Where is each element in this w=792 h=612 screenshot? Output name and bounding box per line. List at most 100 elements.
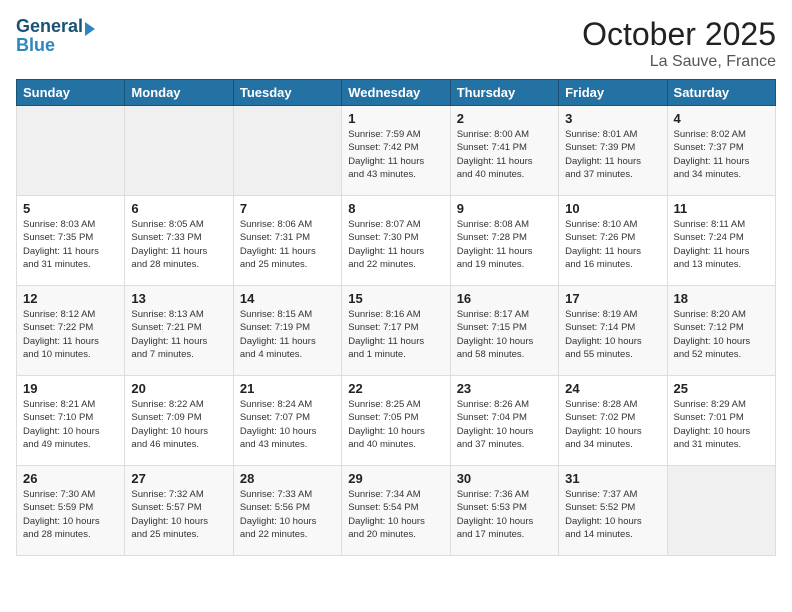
day-number: 22 [348,381,443,396]
day-cell: 6Sunrise: 8:05 AM Sunset: 7:33 PM Daylig… [125,196,233,286]
day-info: Sunrise: 8:12 AM Sunset: 7:22 PM Dayligh… [23,308,118,361]
day-info: Sunrise: 8:22 AM Sunset: 7:09 PM Dayligh… [131,398,226,451]
day-info: Sunrise: 8:24 AM Sunset: 7:07 PM Dayligh… [240,398,335,451]
weekday-header-monday: Monday [125,80,233,106]
day-number: 6 [131,201,226,216]
logo-blue: Blue [16,35,95,56]
weekday-header-wednesday: Wednesday [342,80,450,106]
day-info: Sunrise: 8:11 AM Sunset: 7:24 PM Dayligh… [674,218,769,271]
day-info: Sunrise: 8:26 AM Sunset: 7:04 PM Dayligh… [457,398,552,451]
day-cell: 29Sunrise: 7:34 AM Sunset: 5:54 PM Dayli… [342,466,450,556]
day-info: Sunrise: 8:20 AM Sunset: 7:12 PM Dayligh… [674,308,769,361]
day-cell: 24 Sunrise: 8:28 AM Sunset: 7:02 PM Dayli… [559,376,667,466]
day-cell: 18 Sunrise: 8:20 AM Sunset: 7:12 PM Dayli… [667,286,775,376]
day-cell: 21 Sunrise: 8:24 AM Sunset: 7:07 PM Dayli… [233,376,341,466]
day-number: 17 [565,291,660,306]
day-cell: 22Sunrise: 8:25 AM Sunset: 7:05 PM Dayli… [342,376,450,466]
week-row-4: 19Sunrise: 8:21 AM Sunset: 7:10 PM Dayli… [17,376,776,466]
logo-text: General [16,16,83,37]
weekday-header-saturday: Saturday [667,80,775,106]
day-number: 10 [565,201,660,216]
day-info: Sunrise: 8:19 AM Sunset: 7:14 PM Dayligh… [565,308,660,361]
day-cell: 28 Sunrise: 7:33 AM Sunset: 5:56 PM Dayli… [233,466,341,556]
week-row-3: 12Sunrise: 8:12 AM Sunset: 7:22 PM Dayli… [17,286,776,376]
day-number: 27 [131,471,226,486]
weekday-header-tuesday: Tuesday [233,80,341,106]
day-number: 18 [674,291,769,306]
day-number: 30 [457,471,552,486]
day-number: 24 [565,381,660,396]
day-info: Sunrise: 8:29 AM Sunset: 7:01 PM Dayligh… [674,398,769,451]
day-cell: 25 Sunrise: 8:29 AM Sunset: 7:01 PM Dayli… [667,376,775,466]
day-info: Sunrise: 7:34 AM Sunset: 5:54 PM Dayligh… [348,488,443,541]
day-info: Sunrise: 7:30 AM Sunset: 5:59 PM Dayligh… [23,488,118,541]
day-info: Sunrise: 7:36 AM Sunset: 5:53 PM Dayligh… [457,488,552,541]
day-number: 31 [565,471,660,486]
page-header: General Blue October 2025 La Sauve, Fran… [16,16,776,71]
day-cell: 31 Sunrise: 7:37 AM Sunset: 5:52 PM Dayli… [559,466,667,556]
day-info: Sunrise: 8:06 AM Sunset: 7:31 PM Dayligh… [240,218,335,271]
day-cell: 2 Sunrise: 8:00 AM Sunset: 7:41 PM Daylig… [450,106,558,196]
day-number: 21 [240,381,335,396]
day-number: 9 [457,201,552,216]
day-cell: 3 Sunrise: 8:01 AM Sunset: 7:39 PM Daylig… [559,106,667,196]
day-cell: 15 Sunrise: 8:16 AM Sunset: 7:17 PM Dayli… [342,286,450,376]
day-number: 23 [457,381,552,396]
day-cell: 4 Sunrise: 8:02 AM Sunset: 7:37 PM Daylig… [667,106,775,196]
day-number: 3 [565,111,660,126]
day-cell: 12Sunrise: 8:12 AM Sunset: 7:22 PM Dayli… [17,286,125,376]
day-number: 8 [348,201,443,216]
day-cell [667,466,775,556]
day-number: 4 [674,111,769,126]
day-info: Sunrise: 8:07 AM Sunset: 7:30 PM Dayligh… [348,218,443,271]
day-number: 1 [348,111,443,126]
calendar-table: SundayMondayTuesdayWednesdayThursdayFrid… [16,79,776,556]
day-cell [125,106,233,196]
day-info: Sunrise: 7:33 AM Sunset: 5:56 PM Dayligh… [240,488,335,541]
day-info: Sunrise: 8:03 AM Sunset: 7:35 PM Dayligh… [23,218,118,271]
day-cell: 16 Sunrise: 8:17 AM Sunset: 7:15 PM Dayli… [450,286,558,376]
day-cell: 23 Sunrise: 8:26 AM Sunset: 7:04 PM Dayli… [450,376,558,466]
day-cell: 20Sunrise: 8:22 AM Sunset: 7:09 PM Dayli… [125,376,233,466]
day-info: Sunrise: 7:59 AM Sunset: 7:42 PM Dayligh… [348,128,443,181]
day-info: Sunrise: 7:37 AM Sunset: 5:52 PM Dayligh… [565,488,660,541]
day-cell: 10 Sunrise: 8:10 AM Sunset: 7:26 PM Dayli… [559,196,667,286]
day-info: Sunrise: 8:16 AM Sunset: 7:17 PM Dayligh… [348,308,443,361]
day-info: Sunrise: 8:17 AM Sunset: 7:15 PM Dayligh… [457,308,552,361]
day-cell: 19Sunrise: 8:21 AM Sunset: 7:10 PM Dayli… [17,376,125,466]
day-info: Sunrise: 8:28 AM Sunset: 7:02 PM Dayligh… [565,398,660,451]
day-cell: 26 Sunrise: 7:30 AM Sunset: 5:59 PM Dayli… [17,466,125,556]
day-cell: 30 Sunrise: 7:36 AM Sunset: 5:53 PM Dayli… [450,466,558,556]
day-info: Sunrise: 8:15 AM Sunset: 7:19 PM Dayligh… [240,308,335,361]
weekday-header-sunday: Sunday [17,80,125,106]
day-info: Sunrise: 8:01 AM Sunset: 7:39 PM Dayligh… [565,128,660,181]
day-cell: 17 Sunrise: 8:19 AM Sunset: 7:14 PM Dayli… [559,286,667,376]
week-row-5: 26 Sunrise: 7:30 AM Sunset: 5:59 PM Dayli… [17,466,776,556]
day-number: 2 [457,111,552,126]
day-cell: 14Sunrise: 8:15 AM Sunset: 7:19 PM Dayli… [233,286,341,376]
weekday-header-row: SundayMondayTuesdayWednesdayThursdayFrid… [17,80,776,106]
weekday-header-thursday: Thursday [450,80,558,106]
day-cell: 9Sunrise: 8:08 AM Sunset: 7:28 PM Daylig… [450,196,558,286]
day-info: Sunrise: 8:10 AM Sunset: 7:26 PM Dayligh… [565,218,660,271]
day-cell: 5Sunrise: 8:03 AM Sunset: 7:35 PM Daylig… [17,196,125,286]
day-info: Sunrise: 8:02 AM Sunset: 7:37 PM Dayligh… [674,128,769,181]
day-cell: 27Sunrise: 7:32 AM Sunset: 5:57 PM Dayli… [125,466,233,556]
day-number: 11 [674,201,769,216]
location-label: La Sauve, France [582,53,776,71]
logo: General Blue [16,16,95,56]
day-number: 26 [23,471,118,486]
week-row-1: 1 Sunrise: 7:59 AM Sunset: 7:42 PM Daylig… [17,106,776,196]
day-info: Sunrise: 8:21 AM Sunset: 7:10 PM Dayligh… [23,398,118,451]
day-number: 15 [348,291,443,306]
day-cell [17,106,125,196]
day-cell: 13Sunrise: 8:13 AM Sunset: 7:21 PM Dayli… [125,286,233,376]
week-row-2: 5Sunrise: 8:03 AM Sunset: 7:35 PM Daylig… [17,196,776,286]
day-number: 25 [674,381,769,396]
day-cell: 11 Sunrise: 8:11 AM Sunset: 7:24 PM Dayli… [667,196,775,286]
logo-arrow-icon [85,22,95,36]
day-number: 7 [240,201,335,216]
day-info: Sunrise: 8:00 AM Sunset: 7:41 PM Dayligh… [457,128,552,181]
day-number: 28 [240,471,335,486]
day-number: 16 [457,291,552,306]
